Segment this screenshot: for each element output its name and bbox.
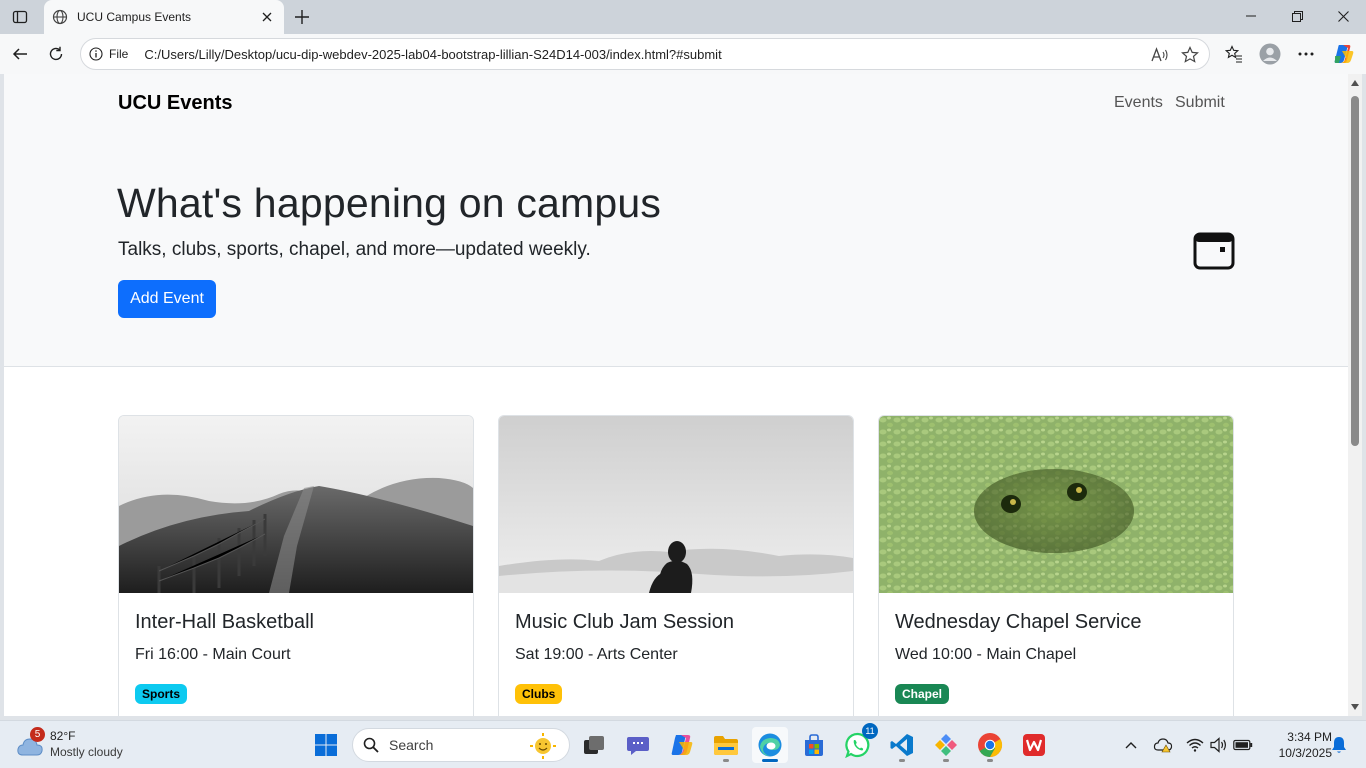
- windows-logo-icon: [315, 734, 337, 756]
- nav-link-events[interactable]: Events: [1114, 94, 1163, 112]
- running-indicator: [987, 759, 993, 762]
- copilot-app-icon[interactable]: [664, 727, 700, 763]
- scroll-up-icon[interactable]: [1351, 80, 1359, 86]
- close-window-icon[interactable]: [1320, 0, 1366, 32]
- running-indicator-active: [762, 759, 778, 762]
- chevron-up-icon[interactable]: [1120, 734, 1142, 756]
- browser-toolbar: File C:/Users/Lilly/Desktop/ucu-dip-webd…: [0, 34, 1366, 74]
- weather-description: Mostly cloudy: [50, 745, 123, 759]
- copilot-icon[interactable]: [1330, 40, 1358, 68]
- page-scrollbar[interactable]: [1348, 74, 1362, 716]
- card-title: Wednesday Chapel Service: [895, 611, 1142, 633]
- close-tab-icon[interactable]: [256, 6, 278, 28]
- whatsapp-icon[interactable]: 11: [840, 723, 878, 763]
- search-icon: [363, 737, 379, 753]
- add-event-button[interactable]: Add Event: [118, 280, 216, 318]
- profile-avatar-icon[interactable]: [1256, 40, 1284, 68]
- taskbar: 5 82°F Mostly cloudy Search 11 3:34 PM 1…: [0, 720, 1366, 768]
- info-icon: [89, 47, 103, 61]
- globe-icon: [52, 9, 68, 25]
- battery-icon[interactable]: [1232, 734, 1254, 756]
- notification-bell-icon[interactable]: [1328, 734, 1350, 756]
- hero-subtitle: Talks, clubs, sports, chapel, and more—u…: [118, 239, 591, 260]
- start-button[interactable]: [308, 727, 344, 763]
- wifi-icon[interactable]: [1184, 734, 1206, 756]
- event-card[interactable]: Wednesday Chapel Service Wed 10:00 - Mai…: [878, 415, 1234, 716]
- file-explorer-icon[interactable]: [708, 727, 744, 763]
- card-title: Music Club Jam Session: [515, 611, 734, 633]
- category-badge: Clubs: [515, 684, 563, 704]
- clock-date: 10/3/2025: [1278, 746, 1332, 760]
- tab-strip: UCU Campus Events: [0, 0, 1366, 34]
- event-image-frog: [879, 416, 1233, 593]
- teams-chat-icon[interactable]: [620, 727, 656, 763]
- event-image-desert: [499, 416, 853, 593]
- app-icon-pinwheel[interactable]: [928, 727, 964, 763]
- volume-icon[interactable]: [1208, 734, 1230, 756]
- url-text[interactable]: C:/Users/Lilly/Desktop/ucu-dip-webdev-20…: [144, 47, 721, 62]
- navbar-brand[interactable]: UCU Events: [118, 92, 232, 115]
- nav-link-submit[interactable]: Submit: [1175, 94, 1225, 112]
- refresh-icon[interactable]: [42, 40, 70, 68]
- tab-actions-icon[interactable]: [8, 6, 32, 28]
- weather-alert-badge: 5: [30, 727, 45, 742]
- tab-title: UCU Campus Events: [77, 10, 192, 24]
- more-options-icon[interactable]: [1292, 40, 1320, 68]
- task-view-icon[interactable]: [576, 727, 612, 763]
- weather-widget[interactable]: 5 82°F Mostly cloudy: [14, 727, 154, 763]
- site-info-label: File: [109, 47, 129, 61]
- hero-section: UCU Events Events Submit What's happenin…: [4, 74, 1348, 367]
- calendar-icon: [1193, 232, 1235, 270]
- sun-icon: [530, 733, 556, 759]
- new-tab-icon[interactable]: [290, 5, 314, 29]
- scroll-down-icon[interactable]: [1351, 704, 1359, 710]
- taskbar-search[interactable]: Search: [352, 728, 570, 762]
- favorite-star-icon[interactable]: [1179, 44, 1201, 66]
- address-bar[interactable]: File C:/Users/Lilly/Desktop/ucu-dip-webd…: [80, 38, 1210, 70]
- running-indicator: [899, 759, 905, 762]
- favorites-icon[interactable]: [1220, 40, 1248, 68]
- onedrive-warning-icon[interactable]: [1152, 734, 1174, 756]
- running-indicator: [943, 759, 949, 762]
- category-badge: Sports: [135, 684, 188, 704]
- whatsapp-badge: 11: [862, 723, 878, 739]
- event-card[interactable]: Inter-Hall Basketball Fri 16:00 - Main C…: [118, 415, 474, 716]
- hero-title: What's happening on campus: [117, 180, 662, 226]
- card-title: Inter-Hall Basketball: [135, 611, 314, 633]
- scroll-thumb[interactable]: [1351, 96, 1359, 446]
- browser-tab[interactable]: UCU Campus Events: [44, 0, 284, 34]
- card-meta: Wed 10:00 - Main Chapel: [895, 646, 1077, 663]
- restore-icon[interactable]: [1274, 0, 1320, 32]
- back-icon[interactable]: [6, 40, 34, 68]
- card-meta: Fri 16:00 - Main Court: [135, 646, 291, 663]
- microsoft-store-icon[interactable]: [796, 727, 832, 763]
- event-card[interactable]: Music Club Jam Session Sat 19:00 - Arts …: [498, 415, 854, 716]
- page-viewport: UCU Events Events Submit What's happenin…: [4, 74, 1348, 716]
- category-badge: Chapel: [895, 684, 950, 704]
- site-info-button[interactable]: File: [89, 47, 128, 61]
- clock-time: 3:34 PM: [1287, 730, 1332, 744]
- vscode-icon[interactable]: [884, 727, 920, 763]
- minimize-icon[interactable]: [1228, 0, 1274, 32]
- event-image-hills: [119, 416, 473, 593]
- wps-office-icon[interactable]: [1016, 727, 1052, 763]
- read-aloud-icon[interactable]: [1149, 44, 1171, 66]
- search-label: Search: [389, 737, 434, 753]
- card-meta: Sat 19:00 - Arts Center: [515, 646, 678, 663]
- running-indicator: [723, 759, 729, 762]
- chrome-icon[interactable]: [972, 727, 1008, 763]
- edge-browser-icon[interactable]: [752, 727, 788, 763]
- taskbar-clock[interactable]: 3:34 PM 10/3/2025: [1256, 729, 1332, 761]
- weather-temp: 82°F: [50, 729, 76, 743]
